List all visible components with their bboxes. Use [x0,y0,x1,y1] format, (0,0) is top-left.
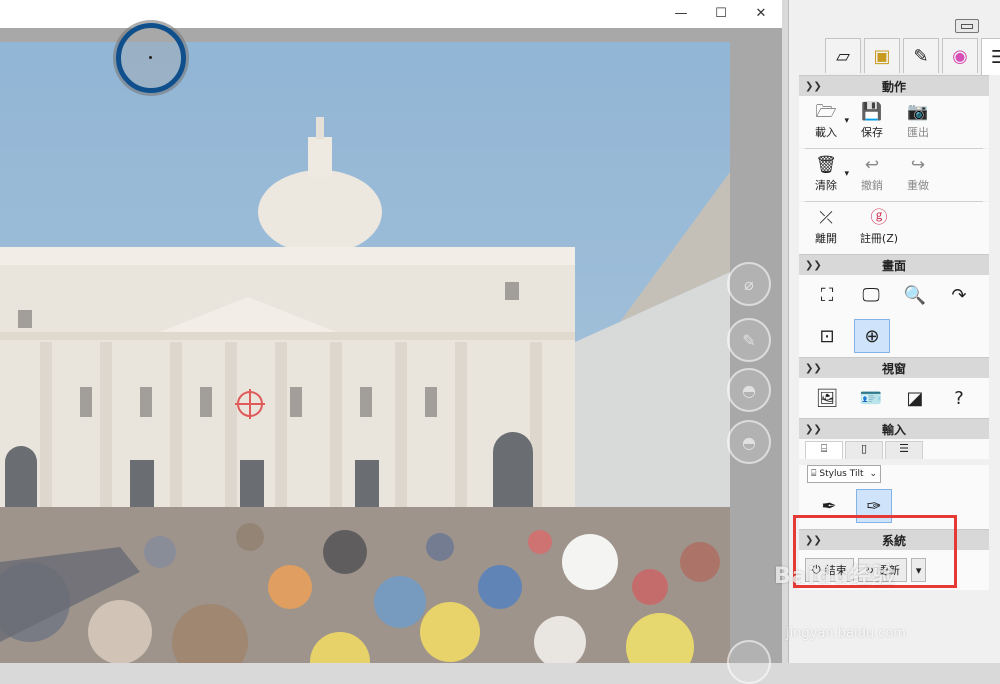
crosshair-marker [235,389,265,419]
folder-open-icon: 🗁 [815,102,837,122]
detach-button[interactable]: ⤫ 離開 [803,208,849,248]
redo-button[interactable]: ↪ 重做 [895,155,941,195]
crosshair-icon[interactable]: ⊕ [854,319,890,353]
monitor-icon[interactable]: 🖵 [854,279,888,311]
panel-restore-button[interactable] [955,19,979,33]
tab-phone[interactable]: ▯ [845,441,883,459]
trash-icon: 🗑 [815,155,837,175]
drawing-canvas[interactable] [0,42,730,663]
help-icon[interactable]: ? [942,382,976,414]
minimize-button[interactable]: — [666,2,696,24]
actions-row-2: 🗑 清除 ▾ ↩ 撤銷 ↪ 重做 [799,149,989,201]
register-icon: ⓖ [870,208,888,228]
maximize-button[interactable]: ☐ [706,2,736,24]
brush-cursor [116,23,186,93]
tab-color[interactable]: ◉ [942,38,978,73]
chevron-down-icon: ⌄ [869,469,877,479]
section-view-title: 視窗 [881,361,906,376]
input-device-select[interactable]: ⌸ Stylus Tilt ⌄ [807,465,881,483]
section-canvas-header[interactable]: ❯❯ 畫面 [799,254,989,275]
tab-canvas[interactable]: ▣ [864,38,900,73]
canvas-icon: ▣ [873,45,891,67]
ghost-pen-icon[interactable]: ✎ [727,318,771,362]
section-view-header[interactable]: ❯❯ 視窗 [799,357,989,378]
section-input-header[interactable]: ❯❯ 輸入 [799,418,989,439]
section-actions-header[interactable]: ❯❯ 動作 [799,75,989,96]
canvas-margin-top [0,28,730,42]
panel-header [789,0,1000,36]
clear-button[interactable]: 🗑 清除 ▾ [803,155,849,195]
color-wheel-icon: ◉ [952,45,968,67]
save-button[interactable]: 💾 保存 [849,102,895,142]
watermark-logo: Baidu经验 [774,564,896,589]
id-card-icon[interactable]: 🪪 [854,382,888,414]
gradient-icon[interactable]: ◪ [898,382,932,414]
watermark-url: jingyan.baidu.com [786,626,906,641]
list-icon: ☰ [899,442,909,455]
tab-menu[interactable]: ☰ [981,38,1000,75]
camera-icon: 📷 [907,102,929,122]
section-input-title: 輸入 [881,422,906,437]
input-tab-bar: ⌸ ▯ ☰ [799,439,989,459]
ghost-button-icon[interactable]: ◓ [727,368,771,412]
panel-body: ❯❯ 動作 🗁 載入 ▾ 💾 保存 📷 匯出 🗑 清除 ▾ ↩ 撤銷 ↪ 重做 ⤫ 離開 ⓖ 註冊(… [799,75,989,590]
tab-brush[interactable]: ✎ [903,38,939,73]
rotate-icon[interactable]: ↷ [942,279,976,311]
fit-screen-icon[interactable]: ⛶ [810,279,844,311]
tablet-icon: ⌸ [820,442,828,455]
canvas-row-2: ⊡ ⊕ [799,315,989,357]
undo-button[interactable]: ↩ 撤銷 [849,155,895,195]
load-button[interactable]: 🗁 載入 ▾ [803,102,849,142]
section-actions-title: 動作 [881,79,906,94]
image-icon[interactable]: 🖼 [810,382,844,414]
menu-icon: ☰ [990,46,1000,68]
close-button[interactable]: ✕ [746,2,776,24]
tab-layers[interactable]: ▱ [825,38,861,73]
photo-image [0,42,730,663]
collapse-icon: ❯❯ [805,259,822,271]
detach-icon: ⤫ [819,208,833,228]
register-button[interactable]: ⓖ 註冊(Z) [849,208,909,248]
tab-list[interactable]: ☰ [885,441,923,459]
canvas-window: — ☐ ✕ ⌀ ✎ ◓ ◓ [0,0,782,684]
redo-icon: ↪ [910,155,926,175]
export-button[interactable]: 📷 匯出 [895,102,941,142]
collapse-icon: ❯❯ [805,80,822,92]
ghost-button-icon-3[interactable] [727,640,771,684]
save-icon: 💾 [861,102,883,122]
layers-icon: ▱ [836,45,850,67]
canvas-row-1: ⛶ 🖵 🔍 ↷ [799,275,989,315]
zoom-icon[interactable]: 🔍 [898,279,932,311]
actions-row-1: 🗁 載入 ▾ 💾 保存 📷 匯出 [799,96,989,148]
ghost-button-icon-2[interactable]: ◓ [727,420,771,464]
collapse-icon: ❯❯ [805,423,822,435]
undo-icon: ↩ [864,155,880,175]
center-point-icon[interactable]: ⊡ [810,320,844,352]
window-titlebar: — ☐ ✕ [0,0,782,29]
phone-icon: ▯ [860,442,868,455]
collapse-icon: ❯❯ [805,362,822,374]
view-row: 🖼 🪪 ◪ ? [799,378,989,418]
tab-tablet[interactable]: ⌸ [805,441,843,459]
panel-tab-bar: ▱ ▣ ✎ ◉ ☰ [825,38,1000,75]
actions-row-3: ⤫ 離開 ⓖ 註冊(Z) [799,202,989,254]
section-canvas-title: 畫面 [881,258,906,273]
ghost-eraser-icon[interactable]: ⌀ [727,262,771,306]
tablet-icon: ⌸ [811,469,817,479]
brush-icon: ✎ [913,45,929,67]
